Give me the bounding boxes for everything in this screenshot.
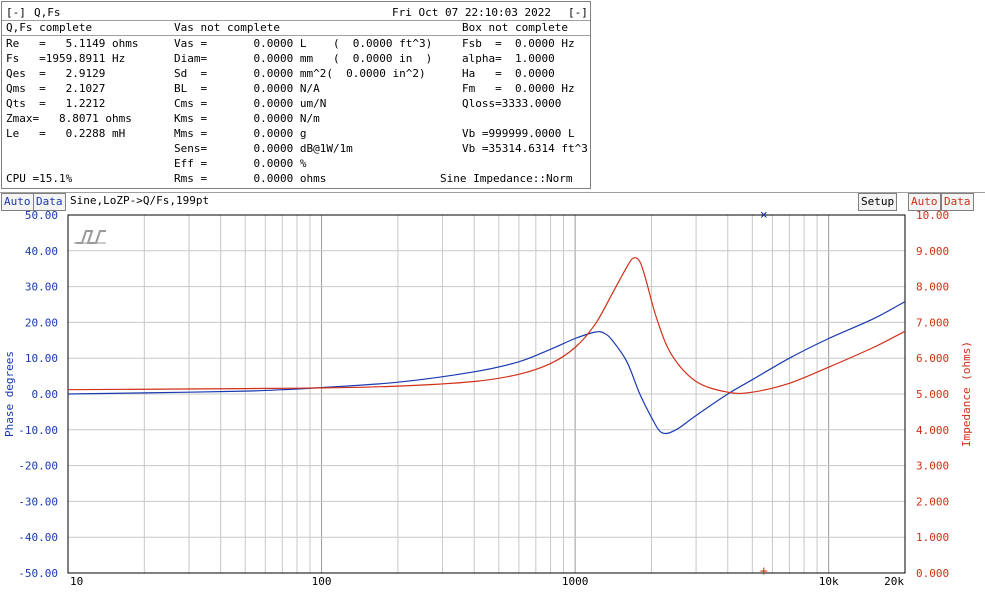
y-left-tick-label: -30.00	[18, 495, 58, 508]
right-axis-ticks: 10.00 9.000 8.000 7.000 6.000 5.000 4.000 3.000…	[916, 209, 949, 580]
y-right-tick-label: 1.000	[916, 531, 949, 544]
param-kms: Kms = 0.0000 N/m	[174, 112, 320, 125]
left-axis-ticks: 50.00 40.00 30.00 20.00 10.00 0.00 -10.00 -20.0…	[18, 209, 58, 580]
cursor-marker-bottom: +	[760, 564, 768, 579]
param-fsb: Fsb = 0.0000 Hz	[462, 37, 575, 50]
y-right-tick-label: 6.000	[916, 352, 949, 365]
param-zmax: Zmax= 8.8071 ohms	[6, 112, 132, 125]
param-alpha: alpha= 1.0000	[462, 52, 555, 65]
datetime-label: Fri Oct 07 22:10:03 2022	[392, 6, 551, 19]
y-right-tick-label: 4.000	[916, 424, 949, 437]
panel-title: Q,Fs	[34, 6, 61, 19]
logo-icon	[74, 230, 106, 244]
y-right-tick-label: 5.000	[916, 388, 949, 401]
right-axis-label: Impedance (ohms)	[960, 341, 973, 447]
parameter-panel: [-] Q,Fs Fri Oct 07 22:10:03 2022 [-] Q,…	[1, 1, 591, 189]
param-cms: Cms = 0.0000 um/N	[174, 97, 327, 110]
cursor-marker-top: ×	[760, 209, 768, 223]
logo-stroke	[76, 230, 106, 244]
y-left-tick-label: -20.00	[18, 460, 58, 473]
plot-window: Auto Data Sine,LoZP->Q/Fs,199pt Setup Au…	[0, 192, 985, 593]
param-fm: Fm = 0.0000 Hz	[462, 82, 575, 95]
y-right-tick-label: 8.000	[916, 281, 949, 294]
cpu-readout: CPU =15.1%	[6, 172, 73, 185]
param-qts: Qts = 1.2212	[6, 97, 106, 110]
param-rms: Rms = 0.0000 ohms	[174, 172, 327, 185]
y-left-tick-label: 30.00	[25, 281, 58, 294]
x-tick-label: 20k	[884, 575, 904, 588]
param-sd: Sd = 0.0000 mm^2( 0.0000 in^2)	[174, 67, 426, 80]
param-fs: Fs =1959.8911 Hz	[6, 52, 126, 65]
y-right-tick-label: 7.000	[916, 316, 949, 329]
param-qms: Qms = 2.1027	[6, 82, 106, 95]
y-right-tick-label: 2.000	[916, 495, 949, 508]
chart-series	[67, 257, 906, 435]
param-sens: Sens= 0.0000 dB@1W/1m	[174, 142, 353, 155]
phase-curve	[67, 301, 906, 435]
close-button[interactable]: [-]	[568, 5, 588, 20]
param-le: Le = 0.2288 mH	[6, 127, 126, 140]
y-left-tick-label: -10.00	[18, 424, 58, 437]
param-qloss: Qloss=3333.0000	[462, 97, 562, 110]
y-left-tick-label: 20.00	[25, 316, 58, 329]
y-left-tick-label: 40.00	[25, 245, 58, 258]
y-right-tick-label: 3.000	[916, 460, 949, 473]
x-axis-ticks: 10 100 1000 10k 20k	[70, 575, 904, 588]
param-eff: Eff = 0.0000 %	[174, 157, 307, 170]
param-ha: Ha = 0.0000	[462, 67, 555, 80]
impedance-curve	[67, 257, 906, 395]
x-tick-label: 10k	[819, 575, 839, 588]
y-left-tick-label: -40.00	[18, 531, 58, 544]
y-right-tick-label: 10.00	[916, 209, 949, 222]
y-left-tick-label: 0.00	[32, 388, 59, 401]
left-axis-label: Phase degrees	[3, 351, 16, 437]
x-tick-label: 100	[312, 575, 332, 588]
y-right-tick-label: 9.000	[916, 245, 949, 258]
box-section-title: Box not complete	[462, 21, 568, 34]
impedance-phase-chart: 50.00 40.00 30.00 20.00 10.00 0.00 -10.00 -20.0…	[3, 209, 973, 588]
y-right-tick-label: 0.000	[916, 567, 949, 580]
y-left-tick-label: 10.00	[25, 352, 58, 365]
param-vb-ft: Vb =35314.6314 ft^3	[462, 142, 588, 155]
param-mms: Mms = 0.0000 g	[174, 127, 307, 140]
param-bl: BL = 0.0000 N/A	[174, 82, 320, 95]
mode-label: Sine Impedance::Norm	[440, 172, 573, 185]
param-diam: Diam= 0.0000 mm ( 0.0000 in )	[174, 52, 433, 65]
minimize-button[interactable]: [-]	[6, 5, 26, 20]
qfs-section-title: Q,Fs complete	[6, 21, 93, 34]
curve-title: Sine,LoZP->Q/Fs,199pt	[70, 194, 210, 207]
y-left-tick-label: 50.00	[25, 209, 58, 222]
param-vas: Vas = 0.0000 L ( 0.0000 ft^3)	[174, 37, 433, 50]
chart-grid	[67, 214, 906, 574]
param-re: Re = 5.1149 ohms	[6, 37, 139, 50]
x-tick-label: 10	[70, 575, 83, 588]
vas-section-title: Vas not complete	[174, 21, 280, 34]
x-tick-label: 1000	[562, 575, 589, 588]
param-vb-l: Vb =999999.0000 L	[462, 127, 575, 140]
param-qes: Qes = 2.9129	[6, 67, 106, 80]
y-left-tick-label: -50.00	[18, 567, 58, 580]
